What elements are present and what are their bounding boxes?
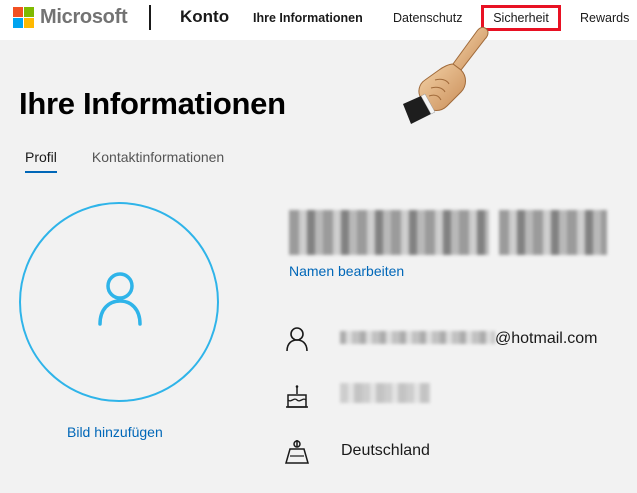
nav-ihre-informationen[interactable]: Ihre Informationen xyxy=(253,11,363,25)
header-divider xyxy=(149,5,151,30)
country-value: Deutschland xyxy=(341,442,430,459)
page-title: Ihre Informationen xyxy=(19,86,286,121)
person-outline-icon xyxy=(286,327,308,352)
location-globe-icon xyxy=(285,440,309,464)
tab-kontaktinformationen[interactable]: Kontaktinformationen xyxy=(92,149,224,173)
tab-profil[interactable]: Profil xyxy=(25,149,57,173)
add-photo-link[interactable]: Bild hinzufügen xyxy=(67,424,163,440)
birthdate-redacted xyxy=(340,383,430,403)
microsoft-logo[interactable]: Microsoft xyxy=(13,6,128,29)
account-name-redacted xyxy=(289,210,609,255)
email-domain: @hotmail.com xyxy=(495,330,598,347)
nav-rewards[interactable]: Rewards xyxy=(580,11,629,25)
top-navigation-bar: Microsoft Konto Ihre Informationen Daten… xyxy=(0,0,637,40)
person-icon xyxy=(98,272,142,326)
avatar[interactable] xyxy=(19,202,219,402)
edit-name-link[interactable]: Namen bearbeiten xyxy=(289,263,404,279)
birthday-cake-icon xyxy=(286,385,308,408)
microsoft-logo-icon xyxy=(13,7,34,28)
pointing-hand-icon xyxy=(403,26,489,124)
brand-name: Microsoft xyxy=(40,6,128,28)
email-local-part-redacted xyxy=(340,331,495,344)
section-title[interactable]: Konto xyxy=(180,7,229,27)
profile-tabs: Profil Kontaktinformationen xyxy=(25,149,259,173)
